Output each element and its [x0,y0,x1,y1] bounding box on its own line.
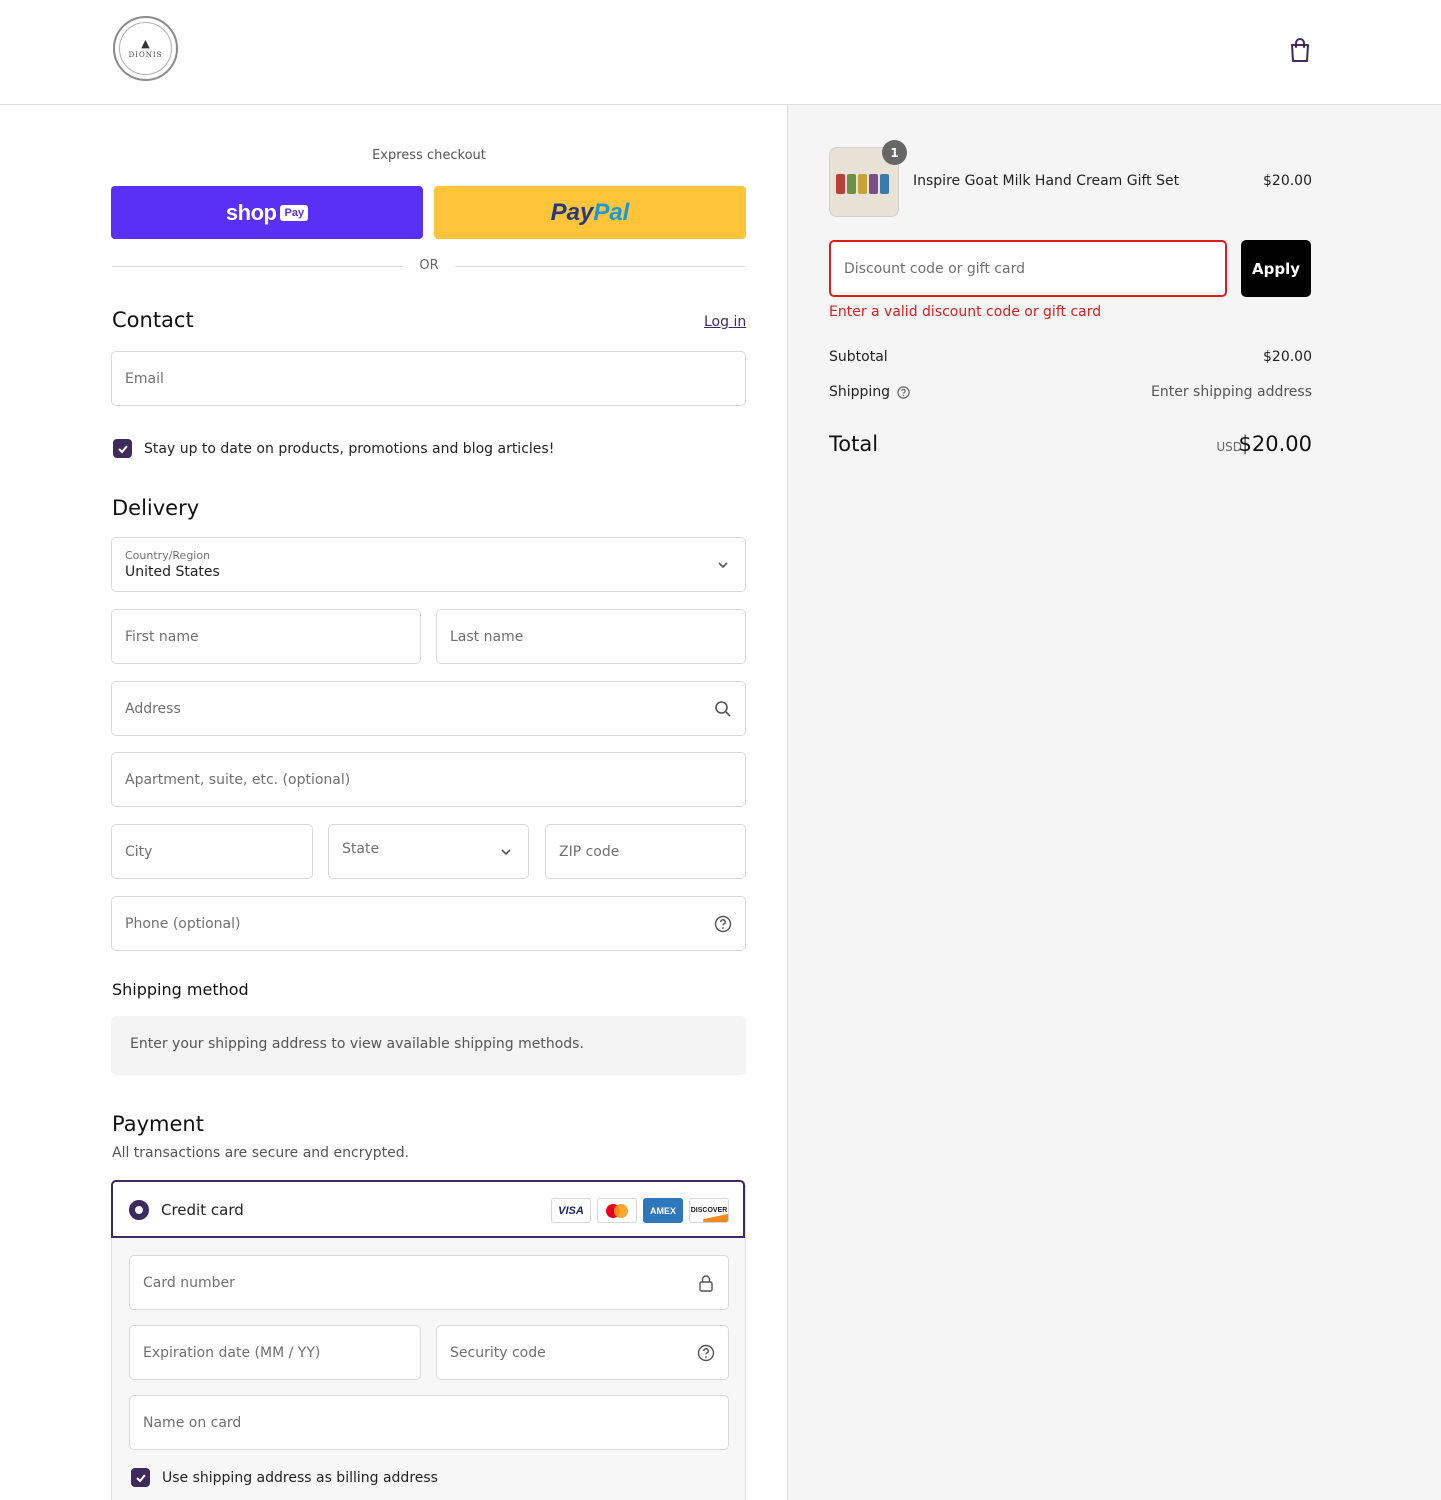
phone-field[interactable]: Phone (optional) [111,896,746,951]
card-number-placeholder: Card number [143,1274,235,1291]
name-on-card-placeholder: Name on card [143,1414,242,1431]
city-field[interactable]: City [111,824,313,879]
amex-icon: AMEX [643,1198,683,1223]
state-placeholder: State [342,841,380,857]
newsletter-row: Stay up to date on products, promotions … [113,439,554,458]
header: ▲ DIONIS [0,0,1441,105]
product-name: Inspire Goat Milk Hand Cream Gift Set [913,173,1180,189]
product-jar [858,174,867,194]
address-field[interactable]: Address [111,681,746,736]
payment-heading: Payment [112,1112,204,1136]
apply-button[interactable]: Apply [1241,240,1311,297]
apartment-field[interactable]: Apartment, suite, etc. (optional) [111,752,746,807]
address-placeholder: Address [125,700,181,717]
credit-card-label: Credit card [161,1201,244,1219]
credit-card-option[interactable]: Credit card VISA AMEX DISCOVER [111,1180,745,1238]
product-jar [847,174,856,194]
newsletter-checkbox[interactable] [113,439,132,458]
first-name-field[interactable]: First name [111,609,421,664]
shipping-method-box: Enter your shipping address to view avai… [111,1016,746,1075]
divider-line-left [112,266,403,267]
paypal-word-1: Pay [550,198,594,226]
mastercard-circles [606,1203,628,1218]
shipping-method-heading: Shipping method [112,980,249,999]
subtotal-label: Subtotal [829,349,888,365]
paypal-logo: PayPal [551,199,630,227]
newsletter-label: Stay up to date on products, promotions … [144,440,555,457]
billing-same-checkbox[interactable] [131,1468,150,1487]
discount-code-input[interactable]: Discount code or gift card [829,240,1227,297]
card-number-field[interactable]: Card number [129,1255,729,1310]
card-brand-logos: VISA AMEX DISCOVER [551,1198,729,1223]
chevron-down-icon [501,848,511,855]
security-code-placeholder: Security code [450,1344,546,1361]
divider-line-right [455,266,746,267]
zip-placeholder: ZIP code [559,843,620,860]
phone-placeholder: Phone (optional) [125,915,241,932]
product-jar [880,174,889,194]
zip-field[interactable]: ZIP code [545,824,746,879]
login-link[interactable]: Log in [704,314,746,330]
country-select[interactable]: Country/Region United States [111,537,746,592]
city-placeholder: City [125,843,153,860]
shop-pay-button[interactable]: shop Pay [111,186,423,239]
apartment-placeholder: Apartment, suite, etc. (optional) [125,771,351,788]
paypal-word-2: Pal [593,198,630,226]
store-logo[interactable]: ▲ DIONIS [113,16,178,81]
express-checkout-label: Express checkout [372,148,486,163]
delivery-heading: Delivery [112,496,200,520]
shipping-label-row: Shipping [829,384,911,400]
expiration-field[interactable]: Expiration date (MM / YY) [129,1325,421,1380]
state-select[interactable]: State [328,824,529,879]
goat-icon: ▲ [141,37,150,50]
country-label: Country/Region [125,549,211,562]
payment-subtitle: All transactions are secure and encrypte… [112,1145,410,1161]
discover-icon: DISCOVER [689,1198,729,1223]
first-name-placeholder: First name [125,628,199,645]
shop-pay-word: shop [225,199,277,225]
paypal-button[interactable]: PayPal [434,186,746,239]
or-text: OR [419,258,439,273]
help-icon[interactable] [696,1343,716,1363]
shipping-method-message: Enter your shipping address to view avai… [130,1036,584,1052]
logo-text: DIONIS [128,51,163,59]
shipping-value: Enter shipping address [1151,384,1312,400]
quantity-badge: 1 [882,140,907,165]
contact-heading: Contact [112,308,194,332]
logo-inner: ▲ DIONIS [119,22,172,75]
check-icon [135,1473,146,1482]
chevron-down-icon [718,561,728,568]
billing-same-label: Use shipping address as billing address [162,1469,438,1486]
total-label: Total [829,432,879,456]
lock-icon [699,1274,713,1292]
billing-same-row: Use shipping address as billing address [131,1468,438,1487]
discount-placeholder: Discount code or gift card [844,261,1025,277]
search-icon [715,700,731,717]
visa-icon: VISA [551,1198,591,1223]
country-value: United States [125,564,220,580]
product-jar [836,174,845,194]
or-divider: OR [112,258,746,276]
security-code-field[interactable]: Security code [436,1325,729,1380]
credit-card-radio[interactable] [129,1200,149,1220]
last-name-placeholder: Last name [450,628,524,645]
mastercard-icon [597,1198,637,1223]
help-icon[interactable] [713,914,733,934]
total-value: $20.00 [1238,432,1312,456]
check-icon [117,444,128,453]
email-placeholder: Email [125,370,164,387]
product-jar [869,174,878,194]
help-icon[interactable] [896,385,911,400]
subtotal-value: $20.00 [1263,349,1312,365]
shop-pay-pill: Pay [280,204,309,221]
email-field[interactable]: Email [111,351,746,406]
discount-error-message: Enter a valid discount code or gift card [829,304,1102,320]
product-price: $20.00 [1263,173,1312,189]
shopping-bag-icon[interactable] [1288,37,1312,63]
shipping-label: Shipping [829,384,891,400]
expiration-placeholder: Expiration date (MM / YY) [143,1344,321,1361]
last-name-field[interactable]: Last name [436,609,746,664]
name-on-card-field[interactable]: Name on card [129,1395,729,1450]
